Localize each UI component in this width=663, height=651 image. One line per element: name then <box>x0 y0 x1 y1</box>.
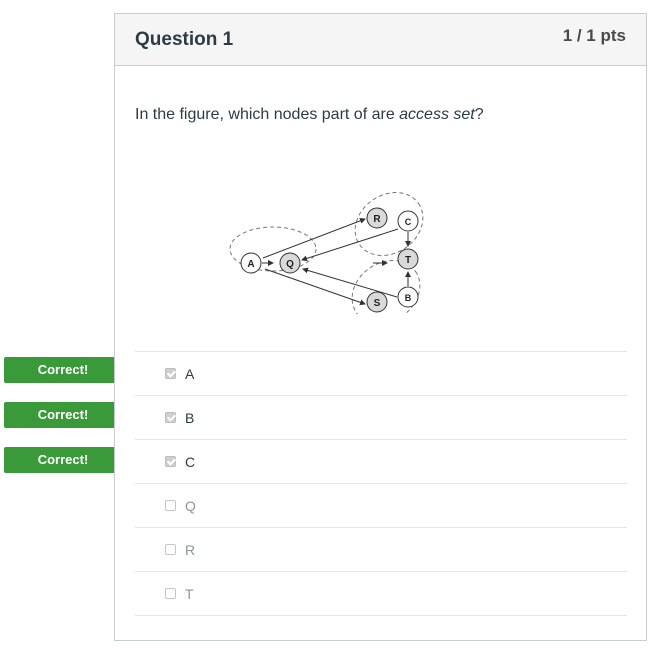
question-points: 1 / 1 pts <box>562 25 626 45</box>
node-t-label: T <box>405 255 411 266</box>
edge-b-q <box>302 267 398 298</box>
node-s: S <box>366 291 388 313</box>
answer-label-t: T <box>185 585 194 602</box>
correct-flag-b: Correct! <box>4 402 130 428</box>
correct-flag-label: Correct! <box>37 362 89 377</box>
answer-option-r[interactable]: R <box>135 528 627 572</box>
edge-a-r <box>262 217 366 259</box>
question-title: Question 1 <box>135 28 234 50</box>
node-b: B <box>397 286 419 308</box>
edge-c-q <box>301 228 399 262</box>
correct-flag-c: Correct! <box>4 447 130 473</box>
answer-option-t[interactable]: T <box>135 572 627 616</box>
node-t: T <box>397 248 419 270</box>
answer-option-b[interactable]: B <box>135 396 627 440</box>
answer-label-b: B <box>185 409 195 426</box>
node-r-label: R <box>373 214 381 225</box>
question-text-emphasis: access set <box>399 106 475 123</box>
checkbox-a[interactable] <box>165 368 176 379</box>
question-card: Question 1 1 / 1 pts In the figure, whic… <box>114 13 647 641</box>
node-q-label: Q <box>286 259 294 270</box>
answer-label-q: Q <box>185 497 196 514</box>
node-c: C <box>397 210 419 232</box>
checkbox-b[interactable] <box>165 412 176 423</box>
answer-label-r: R <box>185 541 196 558</box>
correct-flag-a: Correct! <box>4 357 130 383</box>
checkbox-c[interactable] <box>165 456 176 467</box>
node-a: A <box>240 252 262 274</box>
answer-label-c: C <box>185 453 196 470</box>
node-q: Q <box>279 252 301 274</box>
group-outline-rc <box>354 192 424 256</box>
question-text: In the figure, which nodes part of are a… <box>135 106 484 124</box>
checkbox-r[interactable] <box>165 544 176 555</box>
question-header: Question 1 1 / 1 pts <box>115 14 646 66</box>
question-figure: A Q R C T B S <box>229 179 437 324</box>
node-a-label: A <box>247 259 254 270</box>
question-text-suffix: ? <box>474 106 484 123</box>
answer-option-q[interactable]: Q <box>135 484 627 528</box>
node-r: R <box>366 207 388 229</box>
answer-label-a: A <box>185 365 195 382</box>
cropped-text-fragment <box>149 311 211 319</box>
checkbox-q[interactable] <box>165 500 176 511</box>
question-text-prefix: In the figure, which nodes part of are <box>135 106 400 123</box>
correct-flag-label: Correct! <box>37 452 89 467</box>
answer-option-c[interactable]: C <box>135 440 627 484</box>
checkbox-t[interactable] <box>165 588 176 599</box>
node-s-label: S <box>374 298 381 309</box>
edge-q-s <box>264 268 366 306</box>
node-b-label: B <box>405 293 412 303</box>
answer-list: A B C Q R T <box>135 351 627 616</box>
answer-option-a[interactable]: A <box>135 352 627 396</box>
node-c-label: C <box>405 217 412 227</box>
correct-flag-label: Correct! <box>37 407 89 422</box>
